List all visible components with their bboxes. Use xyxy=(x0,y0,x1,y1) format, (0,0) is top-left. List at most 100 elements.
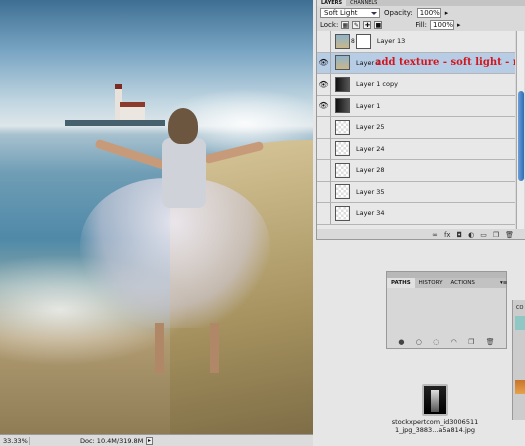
layer-row-layer-1[interactable]: 👁 Layer 1 xyxy=(317,95,515,117)
layer-thumbnail xyxy=(335,184,350,200)
lock-transparency-icon[interactable]: ▦ xyxy=(341,21,350,29)
fill-label: Fill: xyxy=(415,21,428,29)
color-swatch[interactable] xyxy=(515,380,525,394)
paths-panel-tabs: PATHS HISTORY ACTIONS ▾≡ xyxy=(387,278,507,288)
zoom-level[interactable]: 33.33% xyxy=(0,436,30,445)
layer-row-layer-13[interactable]: 8 Layer 13 xyxy=(317,31,515,53)
layer-row-layer-34[interactable]: Layer 34 xyxy=(317,202,515,225)
layer-name: Layer 24 xyxy=(356,144,385,153)
layer-thumbnail xyxy=(335,119,350,135)
scrollbar-thumb[interactable] xyxy=(518,91,524,181)
tab-layers[interactable]: LAYERS xyxy=(317,0,347,6)
opacity-field[interactable]: 100% xyxy=(416,7,441,18)
make-path-icon[interactable]: ◠ xyxy=(451,338,457,346)
layers-bottom-bar: ∞ fx ◘ ◐ ▭ ❐ 🗑 xyxy=(317,229,525,240)
tab-history[interactable]: HISTORY xyxy=(415,278,447,288)
layer-name: Layer 1 copy xyxy=(356,80,398,89)
visibility-toggle[interactable] xyxy=(317,138,331,160)
woman-figure xyxy=(80,108,270,378)
tab-paths[interactable]: PATHS xyxy=(387,278,415,288)
layer-row-layer-24[interactable]: Layer 24 xyxy=(317,138,515,160)
color-tab-fragment: CO xyxy=(516,305,524,311)
layers-scrollbar[interactable] xyxy=(516,31,524,229)
layer-name: Layer 35 xyxy=(356,187,385,196)
status-bar: 33.33% Doc: 10.4M/319.8M ▸ xyxy=(0,434,313,446)
file-name-line1: stockxpertcom_id3006511 xyxy=(391,418,479,426)
layer-thumbnail xyxy=(335,33,350,49)
trash-icon[interactable]: 🗑 xyxy=(486,338,495,346)
mask-thumbnail[interactable] xyxy=(355,33,371,49)
mask-link-icon[interactable]: 8 xyxy=(351,38,355,45)
visibility-toggle[interactable] xyxy=(317,202,331,224)
load-selection-icon[interactable]: ◌ xyxy=(433,338,439,346)
visibility-toggle[interactable] xyxy=(317,159,331,181)
eye-icon[interactable]: 👁 xyxy=(317,52,331,74)
visibility-toggle[interactable] xyxy=(317,116,331,138)
stroke-path-icon[interactable]: ○ xyxy=(416,338,422,346)
layer-name: Layer 1 xyxy=(356,101,381,110)
opacity-label: Opacity: xyxy=(384,8,413,17)
blend-row: Soft Light Opacity: 100% ▸ xyxy=(317,6,525,19)
layer-thumbnail xyxy=(335,141,350,157)
right-leg xyxy=(210,323,219,373)
fx-icon[interactable]: fx xyxy=(444,231,451,239)
group-icon[interactable]: ▭ xyxy=(480,231,487,239)
new-path-icon[interactable]: ❐ xyxy=(468,338,474,346)
tab-actions[interactable]: ACTIONS xyxy=(446,278,478,288)
panel-menu-icon[interactable]: ▾≡ xyxy=(496,278,507,288)
layer-name: Layer 28 xyxy=(356,166,385,175)
layers-panel: LAYERS CHANNELS Soft Light Opacity: 100%… xyxy=(316,0,525,240)
layer-name: Layer 25 xyxy=(356,123,385,132)
blend-mode-select[interactable]: Soft Light xyxy=(320,7,380,18)
file-name-line2: 1_jpg_3883...a5a814.jpg xyxy=(394,426,476,434)
desktop-file[interactable]: stockxpertcom_id3006511 1_jpg_3883...a5a… xyxy=(380,384,490,444)
doc-size: Doc: 10.4M/319.8M xyxy=(80,436,144,445)
paths-bottom-bar: ● ○ ◌ ◠ ❐ 🗑 xyxy=(387,336,506,348)
lock-all-icon[interactable]: ■ xyxy=(374,21,383,29)
layer-row-layer-2[interactable]: 👁 Layer 2 add texture - soft light - mas… xyxy=(317,52,515,74)
left-leg xyxy=(155,323,164,373)
lock-row: Lock: ▦ ✎ ✚ ■ Fill: 100% ▸ xyxy=(317,19,525,31)
annotation-text: add texture - soft light - mask xyxy=(375,56,515,68)
lock-pixels-icon[interactable]: ✎ xyxy=(352,21,361,29)
layer-list: 8 Layer 13 👁 Layer 2 add texture - soft … xyxy=(317,31,515,229)
left-arm xyxy=(94,138,169,171)
eye-icon[interactable]: 👁 xyxy=(317,95,331,117)
adjustment-icon[interactable]: ◐ xyxy=(468,231,474,239)
image-file-icon[interactable] xyxy=(422,384,448,416)
lock-label: Lock: xyxy=(320,21,339,29)
torso xyxy=(162,138,206,208)
status-menu-arrow-icon[interactable]: ▸ xyxy=(146,436,153,445)
link-icon[interactable]: ∞ xyxy=(432,231,438,239)
color-swatch[interactable] xyxy=(515,316,525,330)
fill-field[interactable]: 100% xyxy=(430,20,455,30)
fill-path-icon[interactable]: ● xyxy=(398,338,404,346)
paths-panel: PATHS HISTORY ACTIONS ▾≡ ● ○ ◌ ◠ ❐ 🗑 xyxy=(386,271,507,349)
layer-name: Layer 34 xyxy=(356,209,385,218)
visibility-toggle[interactable] xyxy=(317,181,331,203)
layer-row-layer-25[interactable]: Layer 25 xyxy=(317,116,515,139)
opacity-arrow-icon[interactable]: ▸ xyxy=(445,9,449,17)
right-arm xyxy=(203,140,265,165)
lock-position-icon[interactable]: ✚ xyxy=(363,21,372,29)
visibility-toggle[interactable] xyxy=(317,31,331,52)
tab-channels[interactable]: CHANNELS xyxy=(346,0,381,6)
color-panel-edge[interactable]: CO xyxy=(512,300,525,420)
fill-arrow-icon[interactable]: ▸ xyxy=(457,21,461,29)
layer-row-layer-28[interactable]: Layer 28 xyxy=(317,159,515,182)
layer-name: Layer 13 xyxy=(376,37,406,46)
layer-thumbnail xyxy=(335,162,350,178)
layer-thumbnail xyxy=(335,76,350,92)
layer-thumbnail xyxy=(335,55,350,71)
mask-icon[interactable]: ◘ xyxy=(457,231,463,239)
new-layer-icon[interactable]: ❐ xyxy=(493,231,499,239)
file-name: stockxpertcom_id3006511 1_jpg_3883...a5a… xyxy=(380,418,490,434)
trash-icon[interactable]: 🗑 xyxy=(505,231,514,239)
layer-thumbnail xyxy=(335,98,350,114)
layer-row-layer-1-copy[interactable]: 👁 Layer 1 copy xyxy=(317,73,515,96)
layer-row-layer-35[interactable]: Layer 35 xyxy=(317,181,515,203)
layer-thumbnail xyxy=(335,205,350,221)
hair xyxy=(168,108,198,144)
eye-icon[interactable]: 👁 xyxy=(317,73,331,95)
document-canvas[interactable] xyxy=(0,0,313,434)
